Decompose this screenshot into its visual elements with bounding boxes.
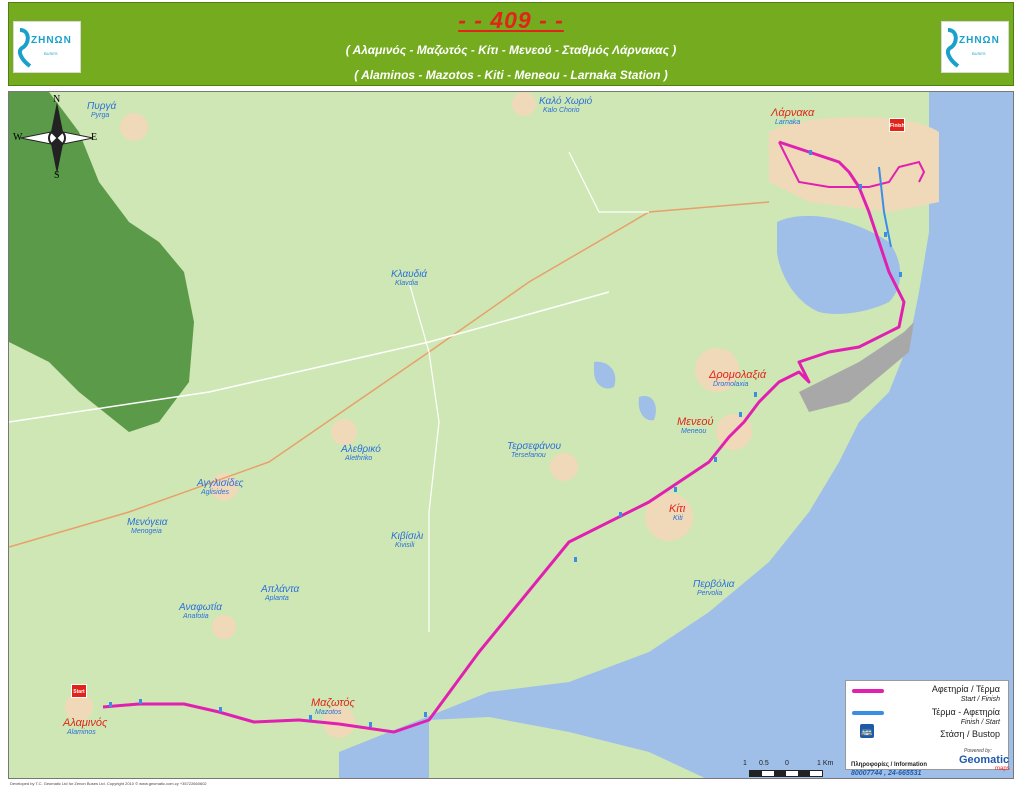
urban-alethriko [331, 419, 357, 445]
bus-stop[interactable] [109, 702, 112, 707]
start-terminal-marker[interactable]: Start [71, 684, 87, 698]
info-phone[interactable]: 80007744 , 24-665531 [851, 770, 921, 777]
urban-pyrga [120, 113, 148, 141]
route-map[interactable]: N E S W Πυργά Pyrga Καλό Χωριό Kalo Chorio… [8, 91, 1014, 779]
scale-tick: 1 Km [817, 760, 834, 767]
place-alethriko[interactable]: Αλεθρικό Alethriko [341, 445, 381, 463]
place-larnaka[interactable]: Λάρνακα Larnaka [771, 108, 814, 127]
bus-stop[interactable] [809, 150, 812, 155]
bus-stop[interactable] [884, 232, 887, 237]
compass-w: W [13, 132, 23, 143]
bus-stop[interactable] [739, 412, 742, 417]
bus-stop[interactable] [619, 512, 622, 517]
compass-n: N [53, 94, 61, 105]
place-meneou[interactable]: Μενεού Meneou [677, 417, 714, 436]
place-kalo-chorio[interactable]: Καλό Χωριό Kalo Chorio [539, 97, 592, 115]
bus-stop[interactable] [219, 707, 222, 712]
compass-s: S [54, 170, 60, 181]
scale-bar-graphic [749, 770, 823, 777]
place-kiti[interactable]: Κίτι Kiti [669, 504, 685, 523]
scale-tick: 1 [743, 760, 747, 767]
geomatic-logo[interactable]: Geomatic [959, 754, 1009, 766]
brand-name: ZHNΩN [959, 35, 1000, 46]
bus-stop[interactable] [139, 699, 142, 704]
bus-stop[interactable] [754, 392, 757, 397]
info-label: Πληροφορίες / Information [851, 762, 928, 768]
bus-stop[interactable] [674, 487, 677, 492]
legend-route-line [852, 689, 884, 693]
map-canvas [9, 92, 1013, 778]
place-dromolaxia[interactable]: Δρομολαξιά Dromolaxia [709, 370, 766, 389]
legend-finish-start-gr: Τέρμα - Αφετηρία [931, 707, 1000, 717]
footer-credits: Developed by T.C. Geomatic Ltd for Zenon… [10, 781, 207, 786]
place-aglisides[interactable]: Αγγλισίδες Aglisides [197, 479, 243, 497]
header-bar: ZHNΩN BUSES - - 409 - - ( Αλαμινός - Μαζ… [8, 2, 1014, 86]
place-aplanta[interactable]: Απλάντα Aplanta [261, 585, 299, 603]
bus-stop[interactable] [369, 722, 372, 727]
bus-stop[interactable] [574, 557, 577, 562]
route-title-greek: ( Αλαμινός - Μαζωτός - Κίτι - Μενεού - Σ… [345, 43, 677, 57]
place-alaminos[interactable]: Αλαμινός Alaminos [63, 718, 107, 737]
scale-tick: 0 [785, 760, 789, 767]
legend-return-line [852, 711, 884, 715]
place-mazotos[interactable]: Μαζωτός Mazotos [311, 698, 355, 717]
bus-stop-icon: 🚌 [860, 724, 874, 738]
bus-stop[interactable] [899, 272, 902, 277]
route-number: - - 409 - - [458, 7, 564, 33]
place-tersefanou[interactable]: Τερσεφάνου Tersefanou [507, 442, 561, 460]
brand-sub: BUSES [972, 51, 986, 56]
legend-bustop: Στάση / Bustop [940, 729, 1000, 739]
place-anafotia[interactable]: Αναφωτία Anafotia [179, 603, 222, 621]
place-pyrga[interactable]: Πυργά Pyrga [87, 102, 116, 120]
compass-e: E [91, 132, 98, 143]
place-kivisili[interactable]: Κιβίσιλι Kivisili [391, 532, 423, 550]
legend-start-finish-gr: Αφετηρία / Τέρμα [931, 684, 1000, 694]
zenon-logo-right: ZHNΩN BUSES [941, 21, 1009, 73]
legend-finish-start-en: Finish / Start [960, 719, 1000, 726]
urban-kalo-chorio [512, 92, 536, 116]
swoosh-icon [946, 28, 960, 68]
finish-terminal-marker[interactable]: Finish [889, 118, 905, 132]
scale-tick: 0.5 [759, 760, 769, 767]
bus-stop[interactable] [424, 712, 427, 717]
legend-start-finish-en: Start / Finish [960, 696, 1000, 703]
place-pervolia[interactable]: Περβόλια Pervolia [693, 580, 735, 598]
place-menogeia[interactable]: Μενόγεια Menogeia [127, 518, 167, 536]
route-title-latin: ( Alaminos - Mazotos - Kiti - Meneou - L… [354, 68, 668, 82]
bus-stop[interactable] [859, 184, 862, 189]
geomatic-maps: maps [995, 766, 1010, 772]
place-klavdia[interactable]: Κλαυδιά Klavdia [391, 270, 427, 288]
scale-bar: 1 0.5 0 1 Km [739, 760, 839, 778]
bus-stop[interactable] [714, 457, 717, 462]
